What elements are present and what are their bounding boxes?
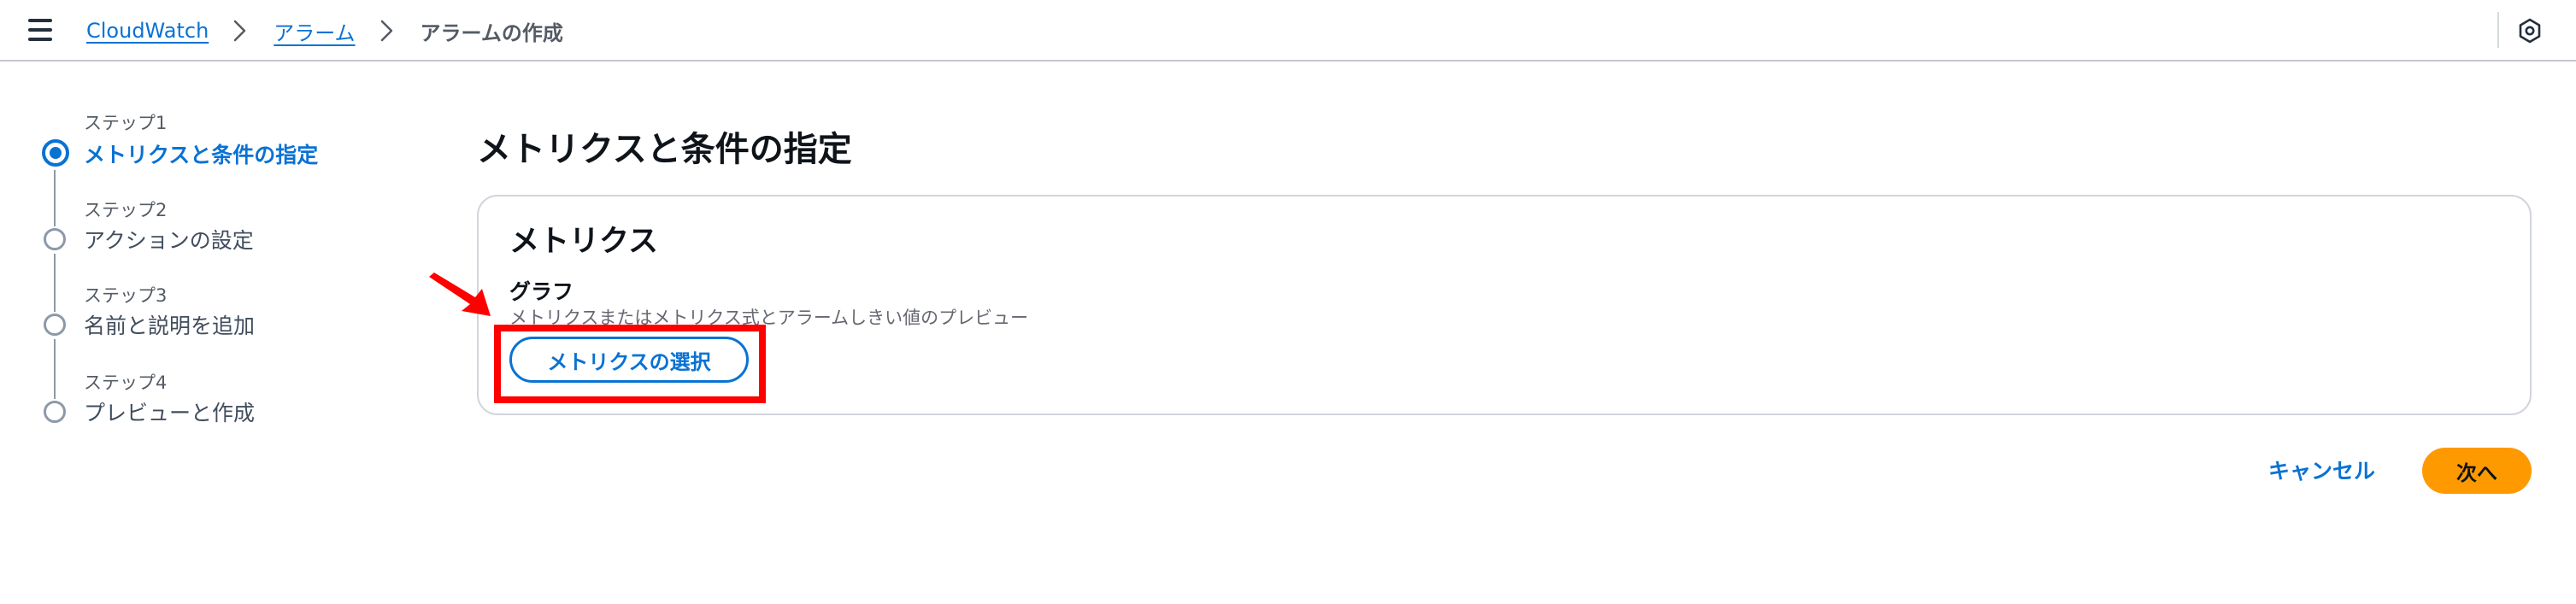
step-3-title: 名前と説明を追加 <box>84 314 256 338</box>
menu-icon[interactable] <box>28 19 52 41</box>
step-connector <box>54 254 56 312</box>
step-connector <box>54 339 56 399</box>
metrics-panel: メトリクス グラフ メトリクスまたはメトリクス式とアラームしきい値のプレビュー … <box>477 195 2532 415</box>
settings-icon[interactable] <box>2514 15 2545 46</box>
step-2-title: アクションの設定 <box>84 228 254 253</box>
breadcrumb-alarms-link[interactable]: アラーム <box>273 16 355 46</box>
panel-title: メトリクス <box>509 225 658 259</box>
top-navigation-bar: CloudWatch アラーム アラームの作成 <box>0 0 2576 62</box>
select-metric-button[interactable]: メトリクスの選択 <box>509 337 749 383</box>
step-3-indicator <box>44 314 66 336</box>
step-2-number: ステップ2 <box>84 200 168 220</box>
step-4-indicator <box>44 401 66 423</box>
step-3-number: ステップ3 <box>84 285 168 306</box>
step-2-indicator <box>44 228 66 250</box>
graph-label: グラフ <box>509 279 574 304</box>
step-1-active-indicator <box>42 139 69 167</box>
step-4-title: プレビューと作成 <box>84 401 256 425</box>
step-1-title[interactable]: メトリクスと条件の指定 <box>84 138 318 169</box>
next-button[interactable]: 次へ <box>2422 448 2532 494</box>
step-4-number: ステップ4 <box>84 372 168 393</box>
page-title: メトリクスと条件の指定 <box>477 130 852 169</box>
step-1-number: ステップ1 <box>84 113 168 133</box>
breadcrumb-current-page: アラームの作成 <box>420 21 563 45</box>
chevron-right-icon <box>373 16 402 45</box>
chevron-right-icon <box>226 16 255 45</box>
breadcrumb-cloudwatch-link[interactable]: CloudWatch <box>86 19 209 43</box>
header-divider <box>2497 12 2499 48</box>
cancel-button[interactable]: キャンセル <box>2268 454 2375 485</box>
breadcrumb: CloudWatch アラーム アラームの作成 <box>86 15 563 46</box>
step-connector <box>54 170 56 226</box>
arrow-icon <box>427 272 496 320</box>
graph-description: メトリクスまたはメトリクス式とアラームしきい値のプレビュー <box>509 308 1029 328</box>
